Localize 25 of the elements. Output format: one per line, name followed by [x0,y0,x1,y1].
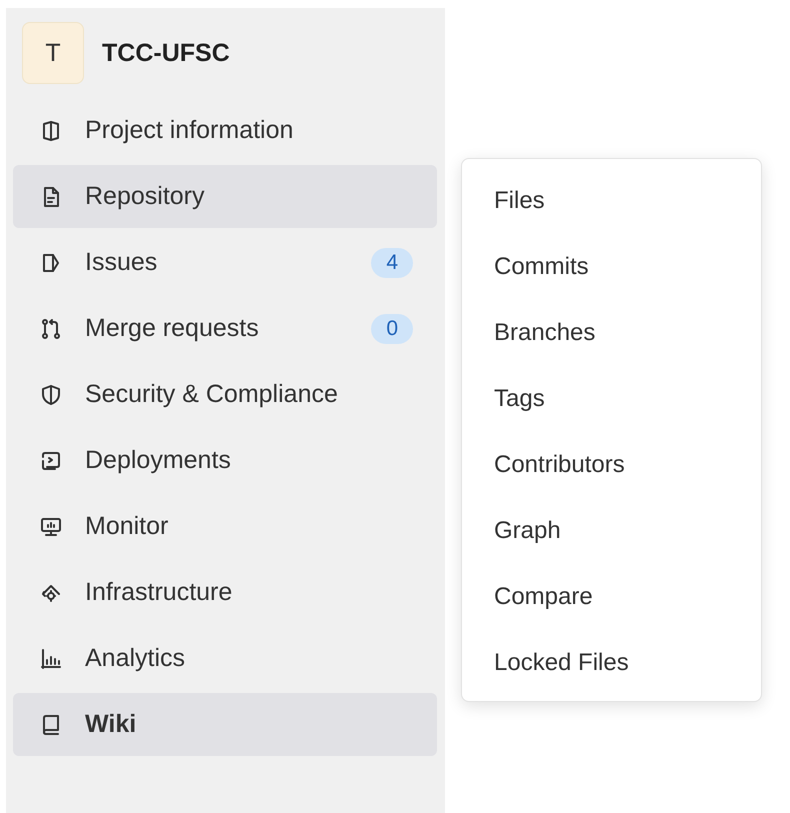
merge-request-icon [39,316,63,340]
submenu-item[interactable]: Branches [462,300,761,366]
sidebar-item[interactable]: Issues 4 [13,231,437,294]
sidebar-item[interactable]: Repository [13,165,437,228]
sidebar-item[interactable]: Project information [13,99,437,162]
submenu-item[interactable]: Locked Files [462,630,761,696]
submenu-item[interactable]: Tags [462,366,761,432]
submenu-item[interactable]: Commits [462,234,761,300]
sidebar-item[interactable]: Infrastructure [13,561,437,624]
bar-chart-icon [39,646,63,670]
submenu-item[interactable]: Graph [462,498,761,564]
sidebar-item[interactable]: Analytics [13,627,437,690]
sidebar-item[interactable]: Wiki [13,693,437,756]
count-badge: 0 [371,314,413,344]
submenu-item[interactable]: Contributors [462,432,761,498]
shield-icon [39,382,63,406]
submenu-item[interactable]: Files [462,168,761,234]
sidebar-item[interactable]: Monitor [13,495,437,558]
sidebar-item[interactable]: Security & Compliance [13,363,437,426]
count-badge: 4 [371,248,413,278]
sidebar-item[interactable]: Merge requests 0 [13,297,437,360]
project-name[interactable]: TCC-UFSC [102,38,230,68]
sidebar-item[interactable]: Deployments [13,429,437,492]
submenu-item[interactable]: Compare [462,564,761,630]
project-avatar: T [22,22,84,84]
